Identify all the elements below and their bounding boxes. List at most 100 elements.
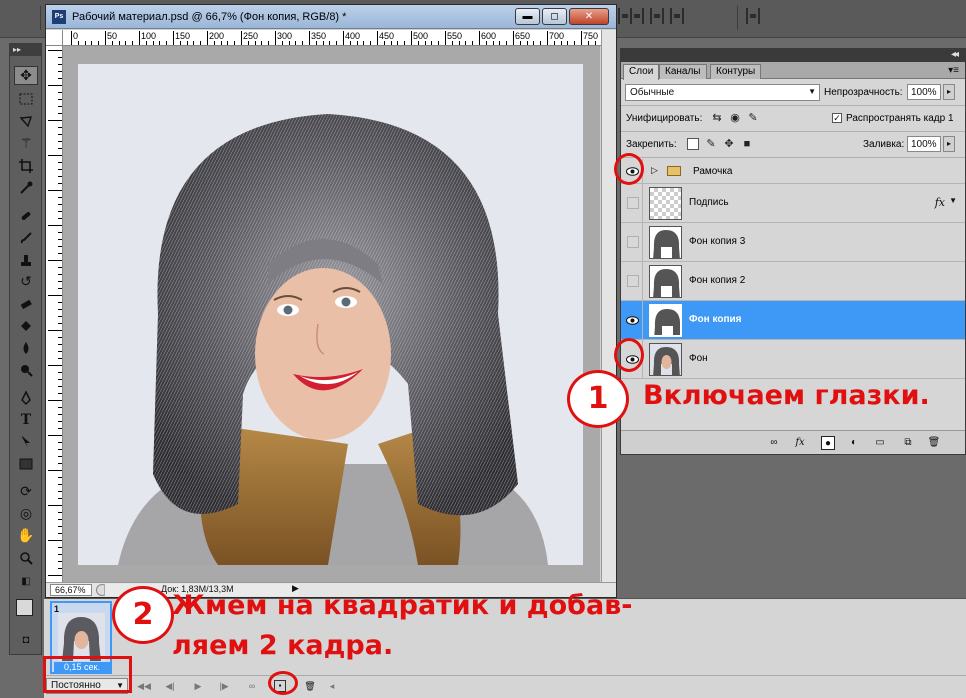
minimize-button[interactable]: ▬ [515,8,540,25]
collapse-panels-icon[interactable]: ◂◂ [951,49,959,60]
opacity-slider-arrow-icon[interactable]: ▸ [943,84,955,100]
delete-layer-icon[interactable]: 🗑 [927,436,941,450]
add-mask-icon[interactable]: ● [821,436,835,450]
scroll-left-icon[interactable]: ◂ [324,679,340,693]
default-colors-icon[interactable]: ◧ [14,572,38,591]
visibility-cell[interactable] [621,184,643,222]
previous-frame-icon[interactable]: ◀| [162,679,178,693]
canvas-area[interactable] [63,46,600,582]
tab-paths[interactable]: Контуры [710,64,762,79]
paint-bucket-tool-icon[interactable] [14,316,38,335]
clone-stamp-tool-icon[interactable] [14,250,38,269]
toolbox-header[interactable]: ▸▸ [10,44,41,56]
visibility-cell[interactable] [621,301,643,339]
crop-tool-icon[interactable] [14,156,38,175]
lock-transparent-icon[interactable] [687,138,699,150]
document-title-bar[interactable]: Ps Рабочий материал.psd @ 66,7% (Фон коп… [46,5,616,29]
fx-icon[interactable]: fx [793,436,807,450]
dodge-tool-icon[interactable] [14,360,38,379]
align-hcenter-icon[interactable] [650,8,664,24]
restore-button[interactable]: ◻ [542,8,567,25]
new-layer-icon[interactable]: ⧉ [901,436,915,450]
layer-row[interactable]: Подпись fx ▼ [621,184,965,223]
hidden-eye-box[interactable] [627,275,639,287]
history-brush-tool-icon[interactable]: ↺ [14,272,38,291]
layer-name[interactable]: Фон копия [689,314,741,325]
move-tool-icon[interactable]: ✥ [14,66,38,85]
layer-name[interactable]: Подпись [689,197,729,208]
tab-channels[interactable]: Каналы [659,64,707,79]
eraser-tool-icon[interactable] [14,294,38,313]
3d-orbit-tool-icon[interactable]: ◎ [14,504,38,523]
layer-row[interactable]: Фон копия 3 [621,223,965,262]
propagate-frame-checkbox[interactable]: ✓ [832,113,842,123]
horizontal-ruler[interactable]: 0 50 100 150 200 250 300 350 400 450 500 550 600 650 7… [63,30,601,46]
visibility-cell[interactable] [621,262,643,300]
play-icon[interactable]: ▶ [190,679,206,693]
ruler-minor-tick [58,561,62,562]
align-right-icon[interactable] [670,8,684,24]
layer-name[interactable]: Фон копия 2 [689,275,745,286]
adjustment-layer-icon[interactable]: ◐ [847,436,861,450]
ruler-origin[interactable] [46,30,63,46]
unify-position-icon[interactable]: ⇆ [711,112,723,124]
zoom-tool-icon[interactable] [14,548,38,567]
align-left-icon[interactable] [630,8,644,24]
pen-tool-icon[interactable] [14,388,38,407]
visibility-cell[interactable] [621,223,643,261]
lasso-tool-icon[interactable] [14,112,38,131]
fx-badge[interactable]: fx [935,196,945,209]
layer-row[interactable]: Фон [621,340,965,379]
new-group-icon[interactable]: ▭ [873,436,887,450]
panel-menu-icon[interactable]: ▾≡ [948,65,959,76]
vertical-scrollbar[interactable] [601,30,616,582]
layer-name[interactable]: Фон копия 3 [689,236,745,247]
layer-row-group[interactable]: ▷ Рамочка [621,159,965,184]
layer-row[interactable]: Фон копия 2 [621,262,965,301]
rectangle-tool-icon[interactable] [14,454,38,473]
lock-position-icon[interactable]: ✥ [723,138,735,150]
type-tool-icon[interactable]: T [14,410,38,429]
lock-all-icon[interactable]: ■ [741,138,753,150]
layer-name[interactable]: Рамочка [693,166,732,177]
auto-align-icon[interactable] [746,8,760,24]
eye-icon[interactable] [626,316,639,325]
close-button[interactable]: ✕ [569,8,609,25]
blend-mode-select[interactable]: Обычные ▼ [625,84,820,101]
hidden-eye-box[interactable] [627,236,639,248]
vertical-ruler[interactable] [46,46,63,582]
fill-slider-arrow-icon[interactable]: ▸ [943,136,955,152]
magic-wand-tool-icon[interactable]: ⚚ [14,134,38,153]
expand-triangle-icon[interactable]: ▷ [651,165,658,176]
photo-canvas[interactable] [78,64,583,565]
3d-rotate-tool-icon[interactable]: ⟳ [14,482,38,501]
fx-expand-icon[interactable]: ▼ [949,196,957,205]
zoom-level-field[interactable]: 66,67% [50,584,92,596]
tab-layers[interactable]: Слои [623,64,660,80]
delete-frame-icon[interactable]: 🗑 [302,679,318,693]
blur-tool-icon[interactable] [14,338,38,357]
healing-brush-tool-icon[interactable] [14,206,38,225]
hand-tool-icon[interactable]: ✋ [14,526,38,545]
ruler-minor-tick [58,92,62,93]
tween-icon[interactable]: ∞ [244,679,260,693]
opacity-input[interactable]: 100% [907,84,941,100]
panel-dock-header[interactable]: ◂◂ [621,49,965,62]
foreground-color-swatch[interactable] [16,599,33,616]
fill-input[interactable]: 100% [907,136,941,152]
layer-row-selected[interactable]: Фон копия [621,301,965,340]
layer-name[interactable]: Фон [689,353,708,364]
next-frame-icon[interactable]: |▶ [216,679,232,693]
first-frame-icon[interactable]: ◀◀ [136,679,152,693]
path-selection-tool-icon[interactable] [14,432,38,451]
lock-pixels-icon[interactable]: ✎ [705,138,717,150]
unify-visibility-icon[interactable]: ◉ [729,112,741,124]
quick-mask-icon[interactable]: ◘ [14,630,38,649]
link-layers-icon[interactable]: ∞ [767,436,781,450]
ruler-minor-tick [58,57,62,58]
brush-tool-icon[interactable] [14,228,38,247]
marquee-tool-icon[interactable] [14,89,38,108]
unify-style-icon[interactable]: ✎ [747,112,759,124]
eyedropper-tool-icon[interactable] [14,178,38,197]
hidden-eye-box[interactable] [627,197,639,209]
